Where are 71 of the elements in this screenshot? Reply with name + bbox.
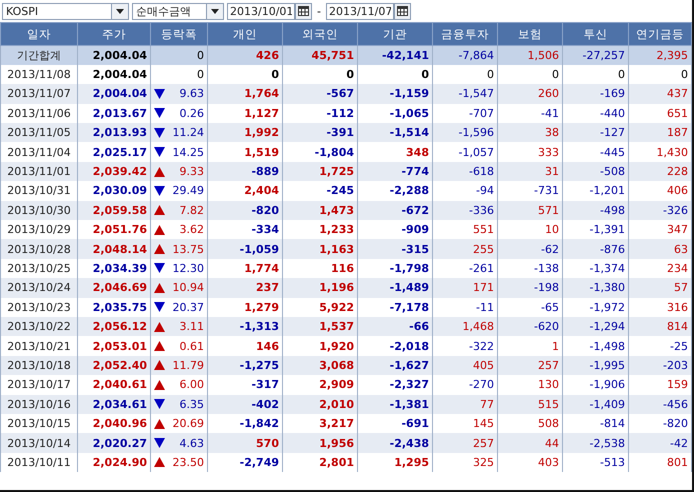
calendar-button[interactable] (394, 2, 411, 20)
change-value: 3.11 (180, 320, 204, 334)
down-triangle-icon (154, 147, 165, 158)
down-triangle-icon (154, 263, 165, 274)
dropdown-caret-icon (116, 8, 124, 14)
value-cell: 801 (628, 452, 692, 472)
down-triangle-icon (154, 128, 165, 138)
calendar-icon (298, 6, 309, 16)
change-value: 9.33 (180, 165, 204, 178)
column-header[interactable]: 투신 (562, 22, 628, 46)
up-triangle-icon (154, 360, 165, 370)
column-header[interactable]: 보험 (498, 22, 562, 46)
change-value: 20.37 (172, 300, 204, 314)
up-triangle-icon (154, 205, 165, 216)
change-value: 14.25 (172, 146, 204, 159)
change-value: 29.49 (172, 184, 204, 198)
calendar-button[interactable] (295, 2, 312, 20)
change-value: 6.00 (180, 378, 204, 392)
calendar-icon (396, 6, 408, 16)
down-triangle-icon (154, 88, 165, 99)
change-value: 12.30 (172, 262, 204, 275)
change-value: 0 (197, 68, 204, 82)
change-value: 11.79 (172, 358, 204, 372)
column-header[interactable]: 금융투자 (432, 22, 498, 46)
up-triangle-icon (154, 224, 165, 235)
column-header[interactable]: 주가 (78, 22, 150, 46)
column-header[interactable]: 외국인 (282, 22, 358, 46)
down-triangle-icon (154, 399, 165, 410)
up-triangle-icon (154, 282, 165, 293)
value-cell: -2,749 (208, 452, 282, 472)
up-triangle-icon (154, 380, 165, 390)
change-value: 0.61 (180, 340, 204, 353)
value-cell: 2,801 (282, 452, 358, 472)
value-cell: 1,295 (358, 452, 432, 472)
change-value: 11.24 (172, 126, 204, 140)
date-cell: 2013/10/11 (0, 452, 78, 472)
price-cell: 2,024.90 (78, 452, 150, 472)
value-cell: 403 (498, 452, 562, 472)
value-cell: 325 (432, 452, 498, 472)
range-separator: - (316, 4, 322, 18)
up-triangle-icon (154, 322, 165, 332)
change-value: 23.50 (172, 456, 204, 469)
change-value: 4.63 (180, 436, 204, 450)
start-date-field[interactable]: 2013/10/01 (227, 2, 295, 20)
value-cell: -513 (562, 452, 628, 472)
up-triangle-icon (154, 166, 165, 177)
column-header[interactable]: 연기금등 (628, 22, 692, 46)
change-value: 3.62 (180, 223, 204, 236)
market-select[interactable]: KOSPI (2, 2, 129, 20)
change-value: 7.82 (180, 204, 204, 217)
up-triangle-icon (154, 457, 165, 468)
column-header[interactable]: 개인 (208, 22, 282, 46)
change-value: 0 (197, 48, 204, 62)
up-triangle-icon (154, 341, 165, 352)
down-triangle-icon (154, 186, 165, 196)
down-triangle-icon (154, 108, 165, 118)
column-header[interactable]: 등락폭 (150, 22, 208, 46)
change-value: 13.75 (172, 242, 204, 256)
up-triangle-icon (154, 244, 165, 254)
column-header[interactable]: 일자 (0, 22, 78, 46)
down-triangle-icon (154, 438, 165, 448)
change-value: 9.63 (180, 87, 204, 100)
change-value: 6.35 (180, 398, 204, 411)
change-value: 10.94 (172, 281, 204, 294)
dropdown-caret-icon (211, 8, 219, 14)
down-triangle-icon (154, 302, 165, 312)
measure-select[interactable]: 순매수금액 (132, 2, 224, 20)
change-value: 0.26 (180, 106, 204, 120)
up-triangle-icon (154, 418, 165, 429)
change-value: 20.69 (172, 417, 204, 430)
column-header[interactable]: 기관 (358, 22, 432, 46)
